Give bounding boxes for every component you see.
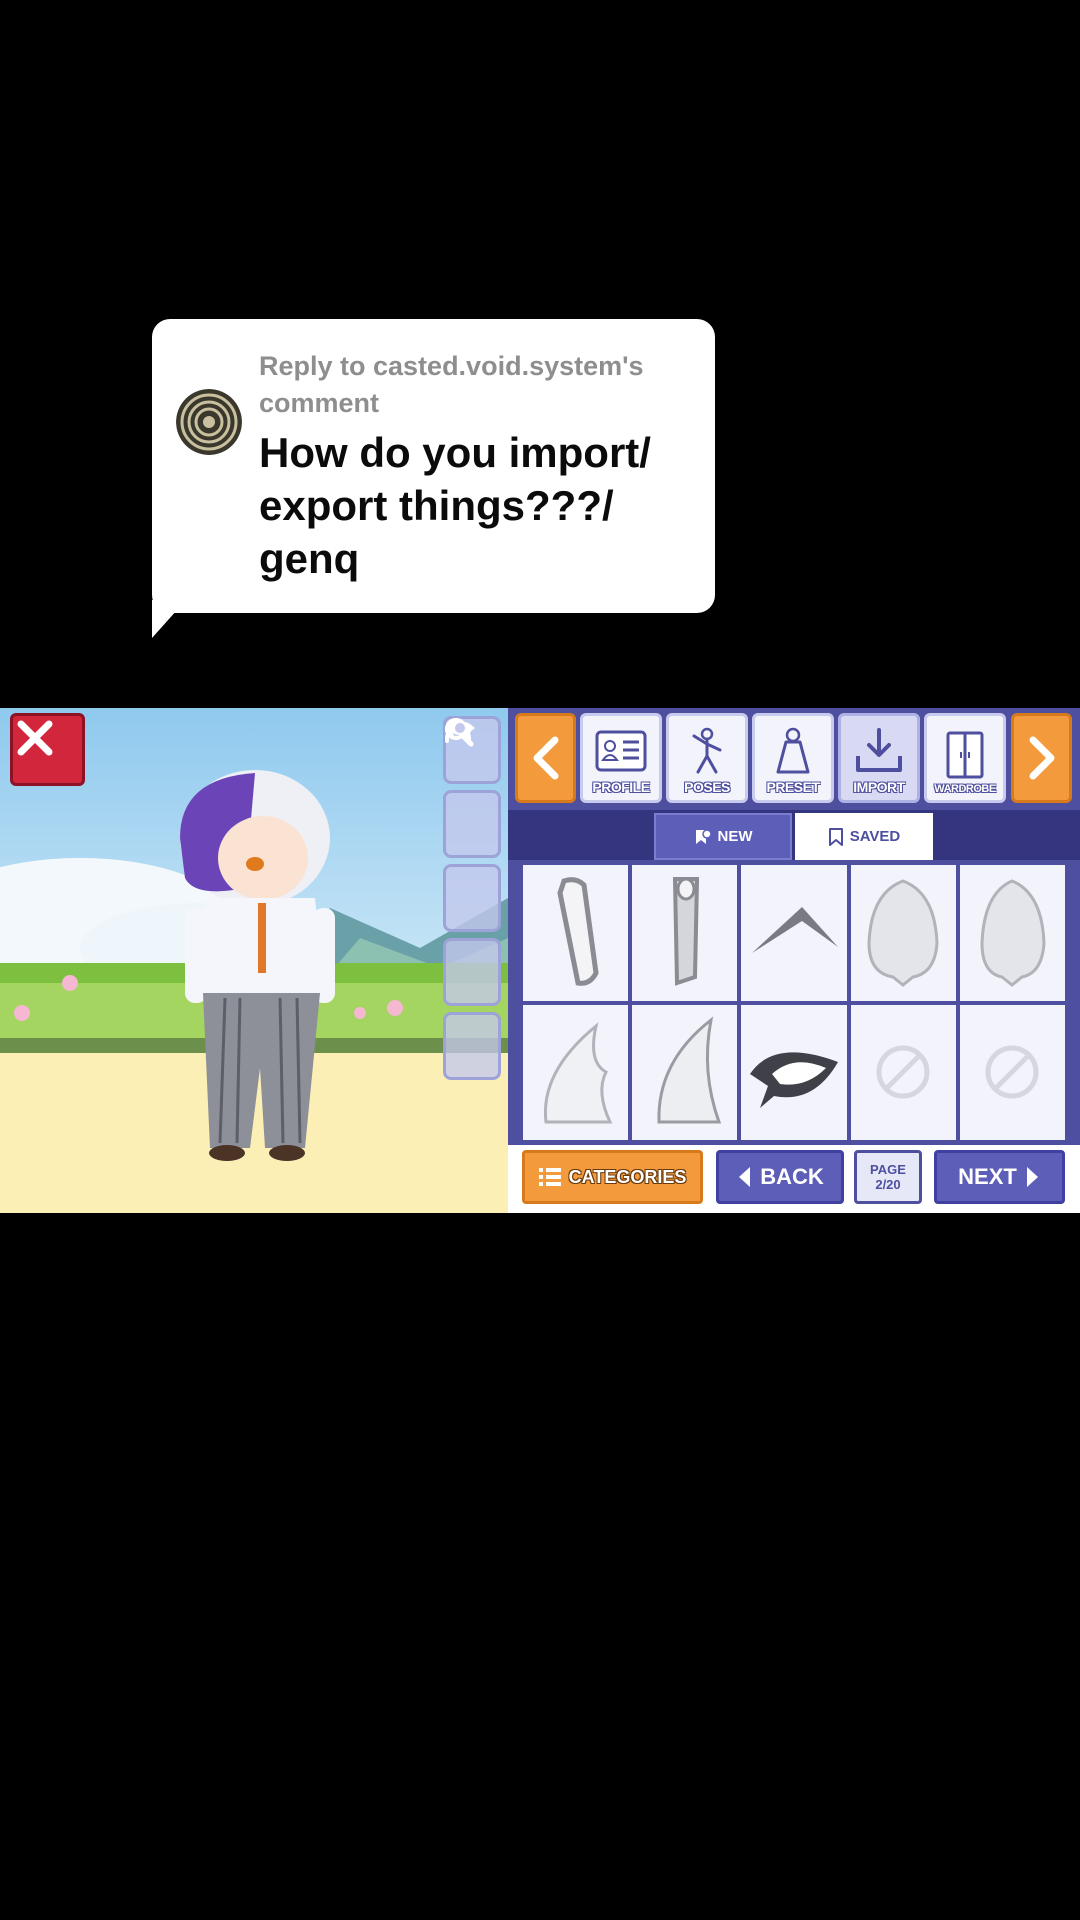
menu-prev-button[interactable] <box>515 713 576 803</box>
chevron-left-icon <box>739 1167 751 1187</box>
zoom-in-button[interactable] <box>443 718 501 932</box>
page-indicator: PAGE 2/20 <box>854 1150 922 1204</box>
pager-bar: CATEGORIES BACK PAGE 2/20 NEXT <box>508 1145 1080 1213</box>
close-button[interactable] <box>10 713 85 786</box>
empty-slot-icon <box>985 1045 1039 1099</box>
hide-ui-button[interactable] <box>443 721 501 1080</box>
menu-wardrobe-label: WARDROBE <box>934 783 996 795</box>
hair-back-item-icon <box>867 879 939 987</box>
game-screen: PROFILE POSES PRESET IMPORT WARDROBE NEW… <box>0 708 1080 1213</box>
back-label: BACK <box>760 1164 824 1189</box>
wardrobe-icon <box>946 731 984 779</box>
new-tag-icon <box>695 828 712 844</box>
categories-label: CATEGORIES <box>568 1166 687 1187</box>
tab-saved-label: SAVED <box>849 828 901 845</box>
close-icon <box>17 720 53 756</box>
menu-next-button[interactable] <box>1011 713 1072 803</box>
chevron-right-icon <box>1029 736 1054 780</box>
menu-poses[interactable]: POSES <box>666 713 748 803</box>
eye-shape-item-icon <box>749 1052 838 1109</box>
spiral-avatar-icon <box>176 389 242 455</box>
categories-button[interactable]: CATEGORIES <box>522 1150 703 1204</box>
hair-bangs-item-icon <box>543 1022 612 1124</box>
reply-to-label: Reply to casted.void.system's comment <box>259 351 644 418</box>
grid-item-7[interactable] <box>630 1002 740 1142</box>
page-value: 2/20 <box>875 1177 901 1192</box>
grid-item-10-empty[interactable] <box>957 1002 1067 1142</box>
grid-item-3[interactable] <box>739 863 849 1003</box>
grid-item-8[interactable] <box>739 1002 849 1142</box>
grid-item-1[interactable] <box>521 863 631 1003</box>
grid-item-4[interactable] <box>848 863 958 1003</box>
item-panel: PROFILE POSES PRESET IMPORT WARDROBE NEW… <box>508 708 1080 1213</box>
redo-button[interactable] <box>443 724 501 858</box>
bubble-tail <box>152 600 186 638</box>
import-tabs: NEW SAVED <box>508 810 1080 860</box>
arm-item-icon <box>672 876 699 986</box>
zoom-out-button[interactable] <box>443 718 501 1006</box>
back-button[interactable]: BACK <box>716 1150 844 1204</box>
menu-profile-label: PROFILE <box>592 779 650 795</box>
menu-preset-label: PRESET <box>766 779 820 795</box>
character-figure <box>180 770 335 1161</box>
menu-poses-label: POSES <box>684 779 730 795</box>
saved-items-grid <box>518 860 1070 1145</box>
next-button[interactable]: NEXT <box>934 1150 1065 1204</box>
chevron-right-icon <box>1026 1167 1038 1187</box>
tab-saved[interactable]: SAVED <box>795 813 933 860</box>
page-label: PAGE <box>870 1162 906 1177</box>
empty-slot-icon <box>876 1045 930 1099</box>
menu-bar: PROFILE POSES PRESET IMPORT WARDROBE <box>508 708 1080 810</box>
sleeve-item-icon <box>557 876 599 986</box>
menu-import-label: IMPORT <box>853 779 905 795</box>
tab-new[interactable]: NEW <box>654 813 792 860</box>
avatar <box>176 389 242 455</box>
chevron-left-icon <box>533 736 558 780</box>
hair-back-alt-item-icon <box>980 879 1046 987</box>
profile-card-icon <box>595 730 647 772</box>
next-label: NEXT <box>958 1164 1017 1189</box>
eye-icon <box>445 721 475 735</box>
grid-item-5[interactable] <box>957 863 1067 1003</box>
grid-item-2[interactable] <box>630 863 740 1003</box>
grid-item-9-empty[interactable] <box>848 1002 958 1142</box>
bookmark-icon <box>828 827 843 846</box>
menu-profile[interactable]: PROFILE <box>580 713 662 803</box>
pose-figure-icon <box>692 727 722 774</box>
import-icon <box>856 728 902 772</box>
eyebrow-item-icon <box>751 906 838 953</box>
comment-text: How do you import/ export things???/ gen… <box>259 429 651 582</box>
hair-side-item-icon <box>657 1016 721 1124</box>
menu-import[interactable]: IMPORT <box>838 713 920 803</box>
list-icon <box>538 1168 561 1186</box>
character-stage <box>0 708 508 1213</box>
menu-preset[interactable]: PRESET <box>752 713 834 803</box>
grid-item-6[interactable] <box>521 1002 631 1142</box>
menu-wardrobe[interactable]: WARDROBE <box>924 713 1006 803</box>
tab-new-label: NEW <box>717 828 753 845</box>
tool-column <box>443 716 501 1086</box>
preset-figure-icon <box>776 727 810 774</box>
